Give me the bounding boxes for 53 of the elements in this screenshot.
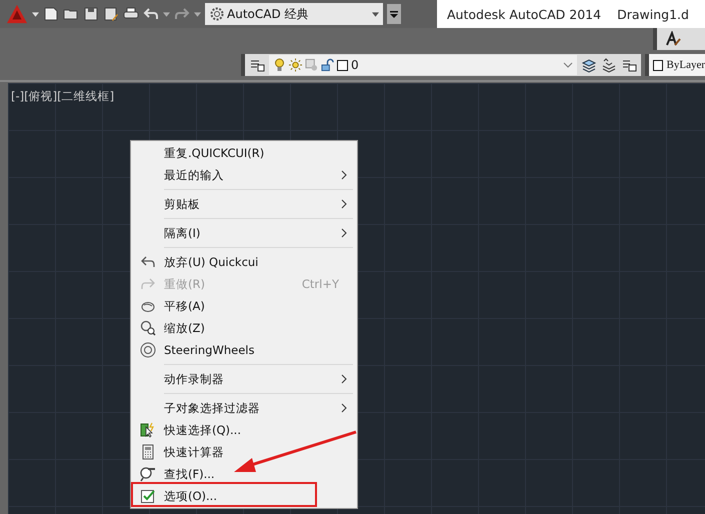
sun-icon bbox=[289, 58, 302, 72]
viewport-freeze-icon bbox=[305, 58, 318, 72]
gear-icon bbox=[209, 6, 225, 22]
menu-item[interactable]: 快速选择(Q)... bbox=[131, 419, 357, 441]
undo-icon bbox=[140, 254, 156, 270]
checkbox-icon bbox=[140, 488, 156, 504]
zoom-icon bbox=[140, 320, 156, 336]
layers-icon[interactable] bbox=[581, 57, 597, 73]
chevron-right-icon bbox=[341, 403, 347, 413]
workspace-dropdown[interactable]: AutoCAD 经典 bbox=[205, 3, 383, 25]
shortcut-text: Ctrl+Y bbox=[302, 277, 339, 291]
layer-previous-icon[interactable] bbox=[601, 57, 617, 73]
caret-icon bbox=[372, 12, 379, 16]
undo-icon[interactable] bbox=[143, 6, 159, 22]
menu-item[interactable]: 最近的输入 bbox=[131, 164, 357, 186]
magnifier-icon bbox=[140, 466, 156, 482]
quick-select-icon bbox=[140, 422, 156, 438]
text-style-icon[interactable] bbox=[665, 31, 681, 47]
save-as-icon[interactable] bbox=[103, 6, 119, 22]
app-title: Autodesk AutoCAD 2014 bbox=[447, 6, 602, 22]
lightbulb-icon bbox=[273, 58, 286, 72]
caret-icon[interactable] bbox=[194, 12, 201, 16]
chevron-down-icon bbox=[563, 62, 573, 68]
menu-item[interactable]: 放弃(U) Quickcui bbox=[131, 251, 357, 273]
color-swatch bbox=[337, 60, 348, 70]
customize-menu-icon[interactable] bbox=[387, 4, 401, 24]
menu-item[interactable]: 查找(F)... bbox=[131, 463, 357, 485]
color-dropdown[interactable]: ByLayer bbox=[645, 54, 705, 76]
menu-item[interactable]: 重复.QUICKCUI(R) bbox=[131, 142, 357, 164]
save-icon[interactable] bbox=[83, 6, 99, 22]
menu-item[interactable]: 快速计算器 bbox=[131, 441, 357, 463]
calculator-icon bbox=[140, 444, 156, 460]
menu-item[interactable]: SteeringWheels bbox=[131, 339, 357, 361]
menu-item[interactable]: 平移(A) bbox=[131, 295, 357, 317]
chevron-right-icon bbox=[341, 228, 347, 238]
caret-icon[interactable] bbox=[32, 12, 39, 16]
menu-item[interactable]: 隔离(I) bbox=[131, 222, 357, 244]
unlocked-padlock-icon bbox=[321, 58, 334, 72]
menu-item[interactable]: 动作录制器 bbox=[131, 368, 357, 390]
menu-item[interactable]: 选项(O)... bbox=[131, 485, 357, 507]
chevron-right-icon bbox=[341, 374, 347, 384]
chevron-right-icon bbox=[341, 170, 347, 180]
viewport-label[interactable]: [-][俯视][二维线框] bbox=[11, 89, 114, 104]
menu-item[interactable]: 剪贴板 bbox=[131, 193, 357, 215]
document-title: Drawing1.d bbox=[617, 6, 689, 22]
chevron-right-icon bbox=[341, 199, 347, 209]
menu-item[interactable]: 子对象选择过滤器 bbox=[131, 397, 357, 419]
new-file-icon[interactable] bbox=[43, 6, 59, 22]
redo-icon bbox=[140, 276, 156, 292]
menu-item[interactable]: 缩放(Z) bbox=[131, 317, 357, 339]
layer-dropdown[interactable]: 0 bbox=[269, 55, 577, 75]
steering-wheel-icon bbox=[140, 342, 156, 358]
caret-icon[interactable] bbox=[163, 12, 170, 16]
